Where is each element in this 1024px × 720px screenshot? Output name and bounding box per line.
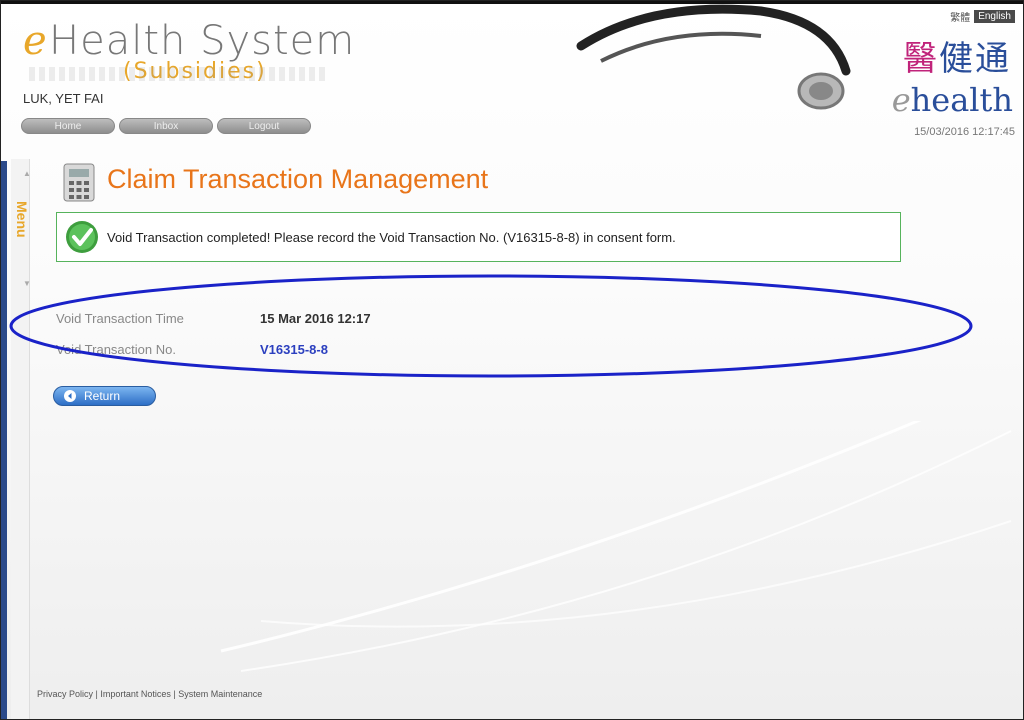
background-swoosh [220,421,1012,672]
void-number-row: Void Transaction No. V16315-8-8 [56,342,328,357]
menu-arrow-down-icon: ▼ [23,279,31,288]
footer-links: Privacy Policy | Important Notices | Sys… [37,689,262,699]
menu-label[interactable]: Menu [14,201,30,238]
nav-home-button[interactable]: Home [21,118,115,134]
privacy-policy-link[interactable]: Privacy Policy [37,689,93,699]
logo-watermark [29,67,329,81]
void-time-label: Void Transaction Time [56,311,184,326]
main-nav: Home Inbox Logout [21,118,311,134]
return-button-label: Return [84,389,121,403]
void-number-label: Void Transaction No. [56,342,176,357]
stethoscope-graphic [576,4,851,110]
logo-e-glyph: e [23,18,47,64]
app-window: e Health System (Subsidies) LUK, YET FAI… [0,0,1024,720]
success-message-box: Void Transaction completed! Please recor… [56,212,901,262]
lang-traditional-chinese[interactable]: 繁體 [950,9,970,24]
nav-inbox-button[interactable]: Inbox [119,118,213,134]
app-title: Health System [49,18,356,64]
important-notices-link[interactable]: Important Notices [100,689,171,699]
nav-logout-button[interactable]: Logout [217,118,311,134]
calculator-icon [63,163,95,202]
brand-chinese-logo: 醫健通 [903,31,1011,80]
success-message-text: Void Transaction completed! Please recor… [107,229,676,245]
brand-zh-rest: 健通 [939,39,1011,79]
brand-ehealth-logo: ehealth [892,81,1013,119]
checkmark-icon [66,221,98,253]
brand-en-e: e [891,81,911,119]
current-datetime: 15/03/2016 12:17:45 [914,126,1015,138]
brand-en-rest: health [910,81,1013,119]
lang-english[interactable]: English [974,10,1015,23]
page-title: Claim Transaction Management [107,164,489,194]
menu-arrow-up-icon: ▲ [23,169,31,178]
user-name: LUK, YET FAI [23,91,104,106]
void-number-value: V16315-8-8 [260,342,328,357]
void-time-row: Void Transaction Time 15 Mar 2016 12:17 [56,311,371,326]
brand-zh-highlight: 醫 [903,39,939,79]
menu-accent-bar [1,161,7,719]
void-time-value: 15 Mar 2016 12:17 [260,311,371,326]
system-maintenance-link[interactable]: System Maintenance [178,689,262,699]
side-menu-toggle[interactable] [11,159,30,719]
annotation-ellipse [9,274,973,378]
return-button[interactable]: Return [53,386,156,406]
language-switcher: 繁體 English [950,9,1015,24]
top-border [1,1,1023,4]
back-arrow-icon [64,390,76,402]
